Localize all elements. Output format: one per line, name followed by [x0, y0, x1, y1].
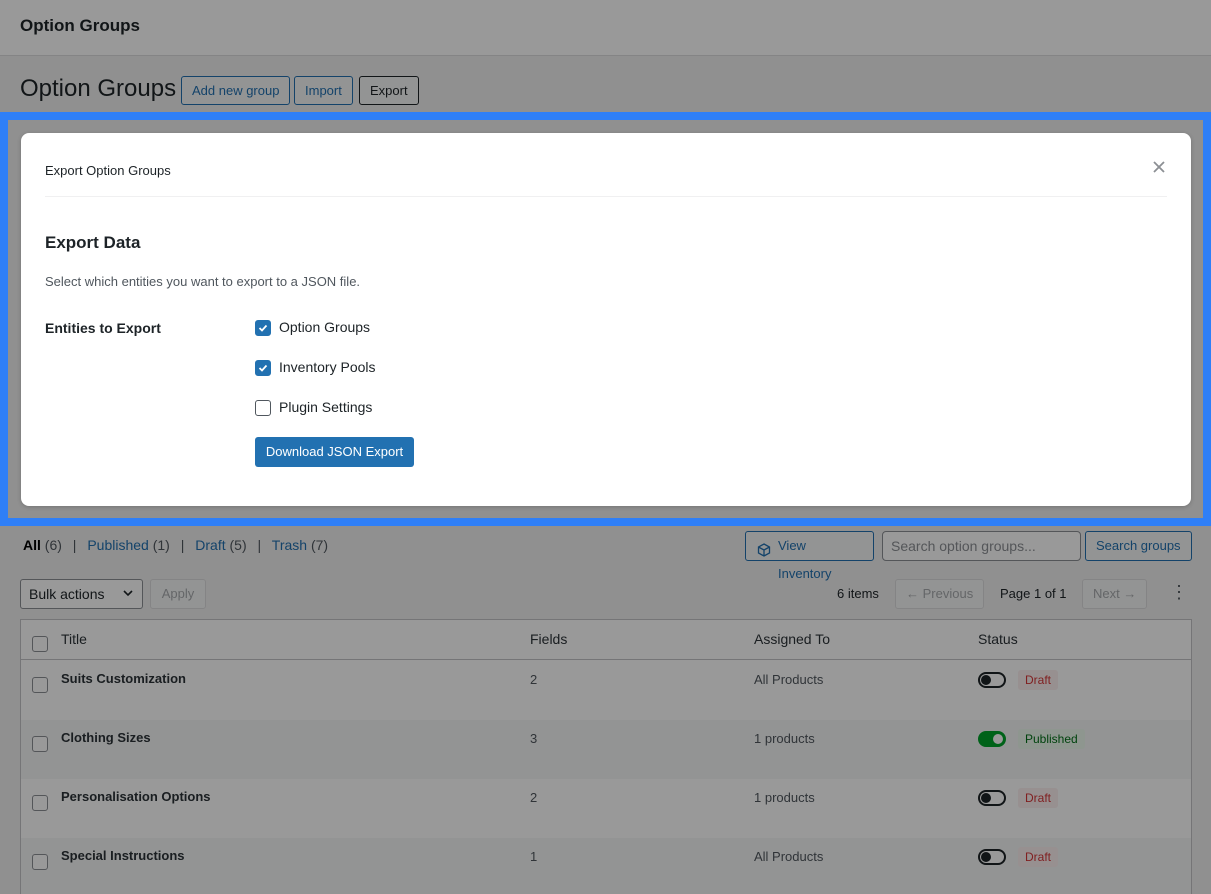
plugin-settings-label[interactable]: Plugin Settings	[279, 399, 372, 415]
check-icon	[258, 324, 268, 332]
modal-title: Export Option Groups	[45, 163, 171, 178]
download-json-export-button[interactable]: Download JSON Export	[255, 437, 414, 467]
export-heading: Export Data	[45, 233, 141, 252]
export-description: Select which entities you want to export…	[45, 274, 361, 289]
inventory-pools-checkbox[interactable]	[255, 360, 271, 376]
check-icon	[258, 364, 268, 372]
entities-label: Entities to Export	[45, 320, 161, 336]
close-icon[interactable]	[1149, 157, 1169, 177]
option-groups-checkbox[interactable]	[255, 320, 271, 336]
export-modal: Export Option Groups Export Data Select …	[21, 133, 1191, 506]
option-groups-label[interactable]: Option Groups	[279, 319, 370, 335]
plugin-settings-checkbox[interactable]	[255, 400, 271, 416]
inventory-pools-label[interactable]: Inventory Pools	[279, 359, 376, 375]
modal-divider	[45, 196, 1167, 197]
